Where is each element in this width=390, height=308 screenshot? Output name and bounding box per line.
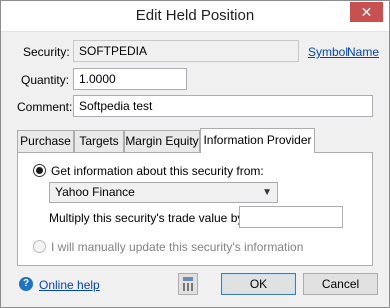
security-label: Security:: [23, 45, 70, 59]
tab-margin-equity[interactable]: Margin Equity: [124, 130, 200, 152]
help-icon[interactable]: ?: [19, 277, 33, 291]
quantity-field[interactable]: 1.0000: [73, 68, 187, 90]
get-info-label: Get information about this security from…: [51, 164, 264, 178]
symbol-link[interactable]: Symbol: [308, 45, 348, 59]
get-info-radio[interactable]: [33, 164, 46, 177]
online-help-link[interactable]: Online help: [39, 278, 100, 292]
tab-purchase[interactable]: Purchase: [17, 130, 74, 152]
window-title: Edit Held Position: [135, 7, 255, 24]
calculator-screen: [183, 277, 193, 281]
tab-information-provider[interactable]: Information Provider: [200, 128, 315, 153]
comment-field[interactable]: Softpedia test: [73, 95, 373, 117]
ok-button[interactable]: OK: [221, 273, 296, 295]
close-button[interactable]: ✕: [350, 2, 383, 22]
multiply-label: Multiply this security's trade value by:: [49, 211, 247, 225]
calculator-icon[interactable]: [178, 273, 198, 295]
provider-select[interactable]: Yahoo Finance ▼: [49, 182, 278, 203]
multiply-field[interactable]: [239, 206, 343, 228]
title-bar[interactable]: Edit Held Position ✕: [1, 1, 389, 32]
information-provider-panel: Get information about this security from…: [17, 152, 373, 266]
provider-select-value: Yahoo Finance: [55, 185, 135, 199]
tab-targets[interactable]: Targets: [74, 130, 124, 152]
manual-update-radio: [33, 240, 46, 253]
chevron-down-icon: ▼: [262, 187, 272, 198]
cancel-button[interactable]: Cancel: [303, 273, 378, 295]
manual-update-label: I will manually update this security's i…: [51, 240, 304, 254]
edit-held-position-dialog: Edit Held Position ✕ Security: SOFTPEDIA…: [0, 0, 390, 308]
calculator-keys: [183, 283, 193, 291]
name-link[interactable]: Name: [347, 45, 379, 59]
quantity-label: Quantity:: [21, 73, 70, 87]
comment-label: Comment:: [17, 100, 73, 114]
security-field: SOFTPEDIA: [73, 40, 299, 62]
